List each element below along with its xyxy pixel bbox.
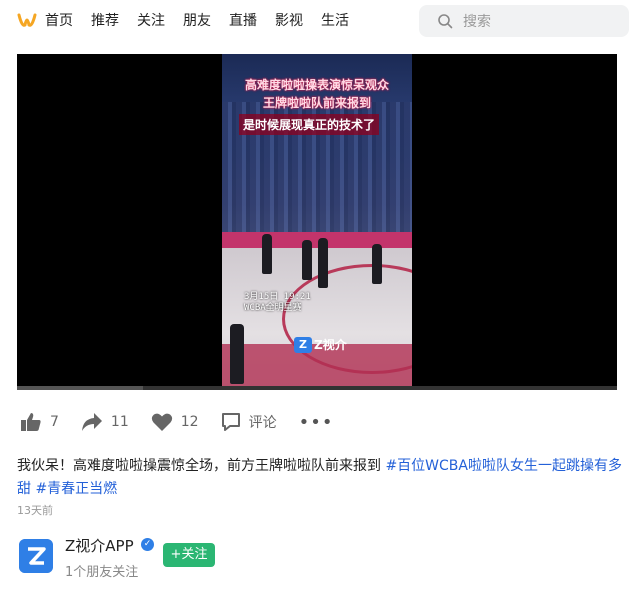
app-logo-icon[interactable] [17, 11, 37, 31]
nav-item-life[interactable]: 生活 [321, 12, 349, 30]
search-box[interactable]: 搜索 [419, 5, 629, 37]
nav-item-friends[interactable]: 朋友 [183, 12, 211, 30]
performer-figure [230, 324, 244, 384]
verified-badge-icon: ✓ [141, 538, 154, 551]
heart-icon [151, 413, 172, 431]
friends-following-count: 1个朋友关注 [65, 565, 139, 580]
watermark-text: Z视介 [314, 338, 347, 352]
search-placeholder: 搜索 [463, 14, 491, 30]
video-timestamp: 3月15日 19:21 WCBA全明星赛 [244, 292, 311, 314]
share-count: 11 [110, 414, 129, 430]
performer-figure [302, 240, 312, 280]
share-arrow-icon [81, 413, 102, 431]
main-nav: 首页 推荐 关注 朋友 直播 影视 生活 [45, 12, 367, 30]
action-bar: 7 11 12 评论 ••• [20, 408, 355, 436]
video-frame[interactable]: 高难度啦啦操表演惊呆观众 王牌啦啦队前来报到 是时候展现真正的技术了 3月15日… [222, 54, 412, 390]
favorite-count: 12 [180, 414, 199, 430]
author-avatar[interactable] [19, 539, 53, 573]
performer-figure [372, 244, 382, 284]
arena-banner [222, 232, 412, 248]
like-button[interactable]: 7 [20, 412, 59, 432]
performer-figure [262, 234, 272, 274]
post-time: 13天前 [17, 504, 53, 517]
comment-bubble-icon [221, 413, 240, 431]
description-text: 我伙呆！高难度啦啦操震惊全场，前方王牌啦啦队前来报到 [17, 458, 386, 474]
video-progress-fill [17, 386, 143, 390]
nav-item-recommend[interactable]: 推荐 [91, 12, 119, 30]
like-count: 7 [50, 414, 59, 430]
search-icon [438, 14, 453, 29]
nav-item-movies[interactable]: 影视 [275, 12, 303, 30]
author-name[interactable]: Z视介APP [65, 535, 134, 556]
comment-button[interactable]: 评论 [221, 412, 277, 432]
performer-figure [318, 238, 328, 288]
author-card: Z视介APP ✓ +关注 1个朋友关注 [17, 535, 417, 580]
follow-button[interactable]: +关注 [163, 543, 215, 567]
thumbs-up-icon [21, 413, 41, 431]
favorite-button[interactable]: 12 [151, 412, 199, 432]
video-player[interactable]: 高难度啦啦操表演惊呆观众 王牌啦啦队前来报到 是时候展现真正的技术了 3月15日… [17, 54, 617, 390]
nav-item-home[interactable]: 首页 [45, 12, 73, 30]
nav-item-following[interactable]: 关注 [137, 12, 165, 30]
hashtag-link[interactable]: #青春正当燃 [35, 481, 117, 497]
video-overlay-title: 高难度啦啦操表演惊呆观众 [244, 78, 389, 92]
video-overlay-caption: 是时候展现真正的技术了 [239, 114, 380, 135]
video-timestamp-line-2: WCBA全明星赛 [244, 303, 302, 313]
video-progress-bar[interactable] [17, 386, 617, 390]
more-options-icon[interactable]: ••• [299, 412, 334, 433]
video-overlay-subtitle: 王牌啦啦队前来报到 [262, 96, 371, 110]
comment-label: 评论 [248, 415, 277, 431]
nav-item-live[interactable]: 直播 [229, 12, 257, 30]
video-watermark: Z Z视介 [294, 336, 347, 353]
top-nav-bar: 首页 推荐 关注 朋友 直播 影视 生活 搜索 [0, 0, 629, 42]
watermark-logo-icon: Z [294, 336, 312, 353]
video-timestamp-line-1: 3月15日 19:21 [244, 292, 311, 302]
share-button[interactable]: 11 [81, 412, 129, 432]
video-description: 我伙呆！高难度啦啦操震惊全场，前方王牌啦啦队前来报到 #百位WCBA啦啦队女生一… [17, 455, 622, 501]
